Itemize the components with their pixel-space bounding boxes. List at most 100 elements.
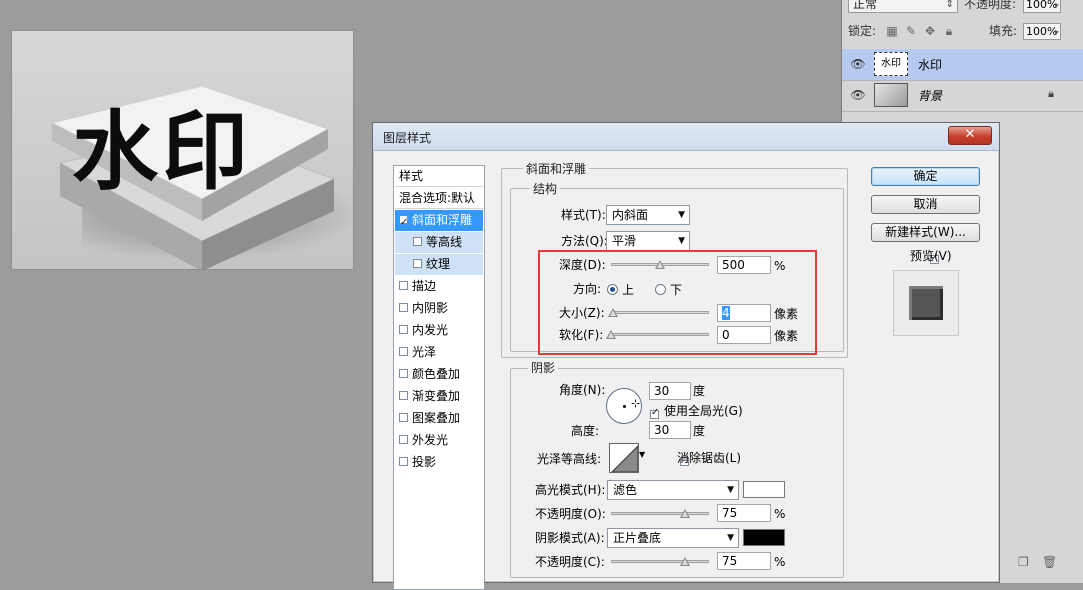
soften-slider[interactable] [606,330,709,339]
dialog-titlebar[interactable]: 图层样式 ✕ [373,123,999,151]
shadow-mode-value: 正片叠底 [613,531,662,545]
new-layer-icon[interactable]: ❐ [1018,555,1029,569]
size-value: 4 [722,306,730,320]
document-canvas[interactable]: 水印 [11,30,354,270]
style-item[interactable]: 内发光 [395,320,483,341]
highlight-opacity-slider[interactable] [611,509,709,518]
lock-position-icon[interactable]: ✥ [923,24,937,38]
direction-down-radio[interactable] [655,284,666,295]
lock-image-icon[interactable]: ✎ [904,24,918,38]
lock-transparent-icon[interactable]: ▦ [885,24,899,38]
soften-input[interactable]: 0 [717,326,771,344]
style-item-checkbox[interactable] [399,303,408,312]
dropdown-arrow-icon: ▼ [727,485,734,495]
shadow-opacity-input[interactable]: 75 [717,552,771,570]
style-item-checkbox[interactable] [399,281,408,290]
altitude-input[interactable]: 30 [649,421,691,439]
style-list-header[interactable]: 样式 [395,166,483,187]
style-item-label: 颜色叠加 [412,367,461,381]
style-item[interactable]: 图案叠加 [395,408,483,429]
opacity-value: 100% [1026,0,1058,11]
layer-row-watermark[interactable]: 👁︎ 水印 水印 [842,49,1083,81]
updown-arrows-icon: ⇕ [945,0,954,10]
style-item[interactable]: 颜色叠加 [395,364,483,385]
dialog-title: 图层样式 [383,131,432,145]
close-button[interactable]: ✕ [948,126,992,145]
style-preview-thumbnail [893,270,959,336]
highlight-opacity-label: 不透明度(O): [535,507,606,521]
style-item[interactable]: 等高线 [395,232,483,253]
slider-knob[interactable] [606,330,616,339]
slider-knob[interactable] [607,308,618,317]
style-item[interactable]: 投影 [395,452,483,473]
style-item-checkbox[interactable] [399,347,408,356]
bevel-section-title: 斜面和浮雕 [523,160,590,177]
layer-thumbnail [874,83,908,107]
style-item-checkbox[interactable] [399,413,408,422]
size-slider[interactable] [607,308,709,317]
style-item-checkbox[interactable] [399,212,408,231]
style-item-checkbox[interactable] [413,237,422,246]
style-item[interactable]: 纹理 [395,254,483,275]
new-style-button[interactable]: 新建样式(W)... [871,223,980,242]
layer-row-background[interactable]: 👁︎ 背景 🔒︎ [842,80,1083,112]
slider-knob[interactable] [679,509,690,518]
watermark-text: 水印 [72,102,252,202]
shadow-color-swatch[interactable] [743,529,785,546]
dropdown-arrow-icon[interactable]: ▼ [639,450,645,459]
global-light-checkbox[interactable] [650,407,659,419]
global-light-label: 使用全局光(G) [664,404,743,418]
depth-input[interactable]: 500 [717,256,771,274]
slider-knob[interactable] [655,260,665,269]
depth-slider[interactable] [611,260,709,269]
style-item[interactable]: 内阴影 [395,298,483,319]
bevel-style-select[interactable]: 内斜面 ▼ [606,205,690,225]
slider-knob[interactable] [679,557,690,566]
altitude-unit: 度 [693,424,706,438]
angle-input[interactable]: 30 [649,382,691,400]
blend-options-item[interactable]: 混合选项:默认 [395,188,483,209]
lock-all-icon[interactable]: 🔒︎ [942,24,956,38]
dropdown-arrow-icon: ▼ [678,236,685,246]
layer-name: 背景 [918,89,943,103]
style-item-checkbox[interactable] [399,369,408,378]
highlight-mode-label: 高光模式(H): [535,483,606,497]
style-item-checkbox[interactable] [399,435,408,444]
style-item-checkbox[interactable] [399,325,408,334]
fill-value: 100% [1026,25,1058,38]
soften-unit: 像素 [774,329,799,343]
angle-label: 角度(N): [559,383,606,397]
blend-mode-select[interactable]: 正常 ⇕ [848,0,958,13]
ok-button[interactable]: 确定 [871,167,980,186]
highlight-mode-select[interactable]: 滤色 ▼ [607,480,739,500]
cancel-button[interactable]: 取消 [871,195,980,214]
layer-style-dialog: 图层样式 ✕ 样式 混合选项:默认 斜面和浮雕等高线纹理描边内阴影内发光光泽颜色… [372,122,1000,590]
shadow-opacity-slider[interactable] [611,557,709,566]
style-item[interactable]: 描边 [395,276,483,297]
eye-icon[interactable]: 👁︎ [850,88,866,102]
shadow-mode-select[interactable]: 正片叠底 ▼ [607,528,739,548]
eye-icon[interactable]: 👁︎ [850,57,866,71]
highlight-opacity-input[interactable]: 75 [717,504,771,522]
gloss-contour-picker[interactable] [609,443,639,473]
style-item[interactable]: 外发光 [395,430,483,451]
style-item-checkbox[interactable] [413,259,422,268]
style-item[interactable]: 斜面和浮雕 [395,210,483,231]
highlight-color-swatch[interactable] [743,481,785,498]
style-item-label: 内发光 [412,323,449,337]
opacity-input[interactable]: 100% ▸ [1023,0,1061,13]
style-item-checkbox[interactable] [399,457,408,466]
fill-label: 填充: [989,24,1018,38]
style-item-checkbox[interactable] [399,391,408,400]
style-item-label: 斜面和浮雕 [412,213,473,227]
size-input[interactable]: 4 [717,304,771,322]
direction-up-radio[interactable] [607,284,618,295]
technique-select[interactable]: 平滑 ▼ [606,231,690,251]
trash-icon[interactable]: 🗑︎ [1042,555,1057,569]
style-item[interactable]: 光泽 [395,342,483,363]
angle-dial-center [623,405,626,408]
style-item[interactable]: 渐变叠加 [395,386,483,407]
style-list: 样式 混合选项:默认 斜面和浮雕等高线纹理描边内阴影内发光光泽颜色叠加渐变叠加图… [393,165,485,590]
style-item-label: 描边 [412,279,437,293]
fill-input[interactable]: 100% ▸ [1023,23,1061,40]
